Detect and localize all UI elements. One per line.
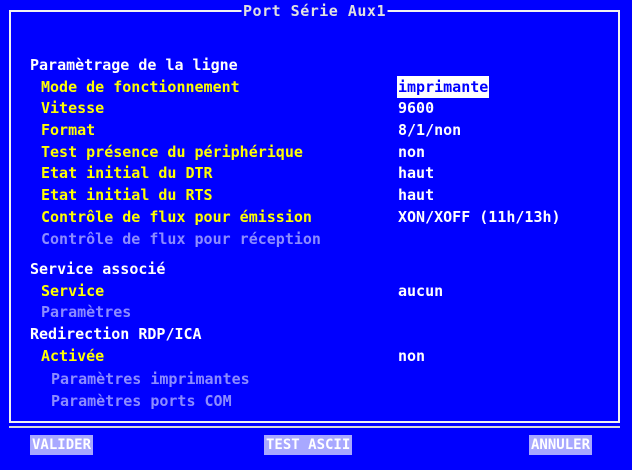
row-flow-rx: Contrôle de flux pour réception (0, 228, 632, 250)
section-heading-line: Paramètrage de la ligne (0, 54, 632, 76)
section-line-heading: Paramètrage de la ligne (30, 56, 238, 74)
flow-tx-value[interactable]: XON/XOFF (11h/13h) (398, 206, 561, 228)
row-enabled[interactable]: Activée non (0, 345, 632, 367)
mode-label: Mode de fonctionnement (41, 78, 240, 96)
rts-value[interactable]: haut (398, 184, 434, 206)
row-flow-tx[interactable]: Contrôle de flux pour émission XON/XOFF … (0, 206, 632, 228)
row-device-test[interactable]: Test présence du périphérique non (0, 141, 632, 163)
device-test-value[interactable]: non (398, 141, 425, 163)
format-value[interactable]: 8/1/non (398, 119, 461, 141)
row-rts[interactable]: Etat initial du RTS haut (0, 184, 632, 206)
com-params-label: Paramètres ports COM (51, 392, 232, 410)
dtr-label: Etat initial du DTR (41, 164, 213, 182)
service-value[interactable]: aucun (398, 280, 443, 302)
footer-divider (9, 426, 620, 428)
format-label: Format (41, 121, 96, 139)
section-service-heading: Service associé (30, 260, 166, 278)
flow-tx-label: Contrôle de flux pour émission (41, 208, 312, 226)
row-format[interactable]: Format 8/1/non (0, 119, 632, 141)
section-heading-service: Service associé (0, 258, 632, 280)
row-mode[interactable]: Mode de fonctionnement imprimante (0, 76, 632, 98)
service-label: Service (41, 282, 105, 300)
section-redirect-heading: Redirection RDP/ICA (30, 325, 202, 343)
row-service-params: Paramètres (0, 301, 632, 323)
cancel-button[interactable]: ANNULER (529, 435, 593, 455)
test-ascii-button[interactable]: TEST ASCII (264, 435, 353, 455)
row-speed[interactable]: Vitesse 9600 (0, 97, 632, 119)
flow-rx-label: Contrôle de flux pour réception (41, 230, 321, 248)
enabled-value[interactable]: non (398, 345, 425, 367)
printer-params-label: Paramètres imprimantes (51, 370, 250, 388)
row-dtr[interactable]: Etat initial du DTR haut (0, 162, 632, 184)
enabled-label: Activée (41, 347, 105, 365)
device-test-label: Test présence du périphérique (41, 143, 303, 161)
speed-label: Vitesse (41, 99, 105, 117)
dialog-title: Port Série Aux1 (241, 2, 388, 20)
dtr-value[interactable]: haut (398, 162, 434, 184)
speed-value[interactable]: 9600 (398, 97, 434, 119)
validate-button[interactable]: VALIDER (30, 435, 94, 455)
service-params-label: Paramètres (41, 303, 132, 321)
row-com-params: Paramètres ports COM (0, 390, 632, 412)
section-heading-redirect: Redirection RDP/ICA (0, 323, 632, 345)
rts-label: Etat initial du RTS (41, 186, 213, 204)
row-service[interactable]: Service aucun (0, 280, 632, 302)
mode-value[interactable]: imprimante (397, 76, 490, 98)
row-printer-params: Paramètres imprimantes (0, 368, 632, 390)
